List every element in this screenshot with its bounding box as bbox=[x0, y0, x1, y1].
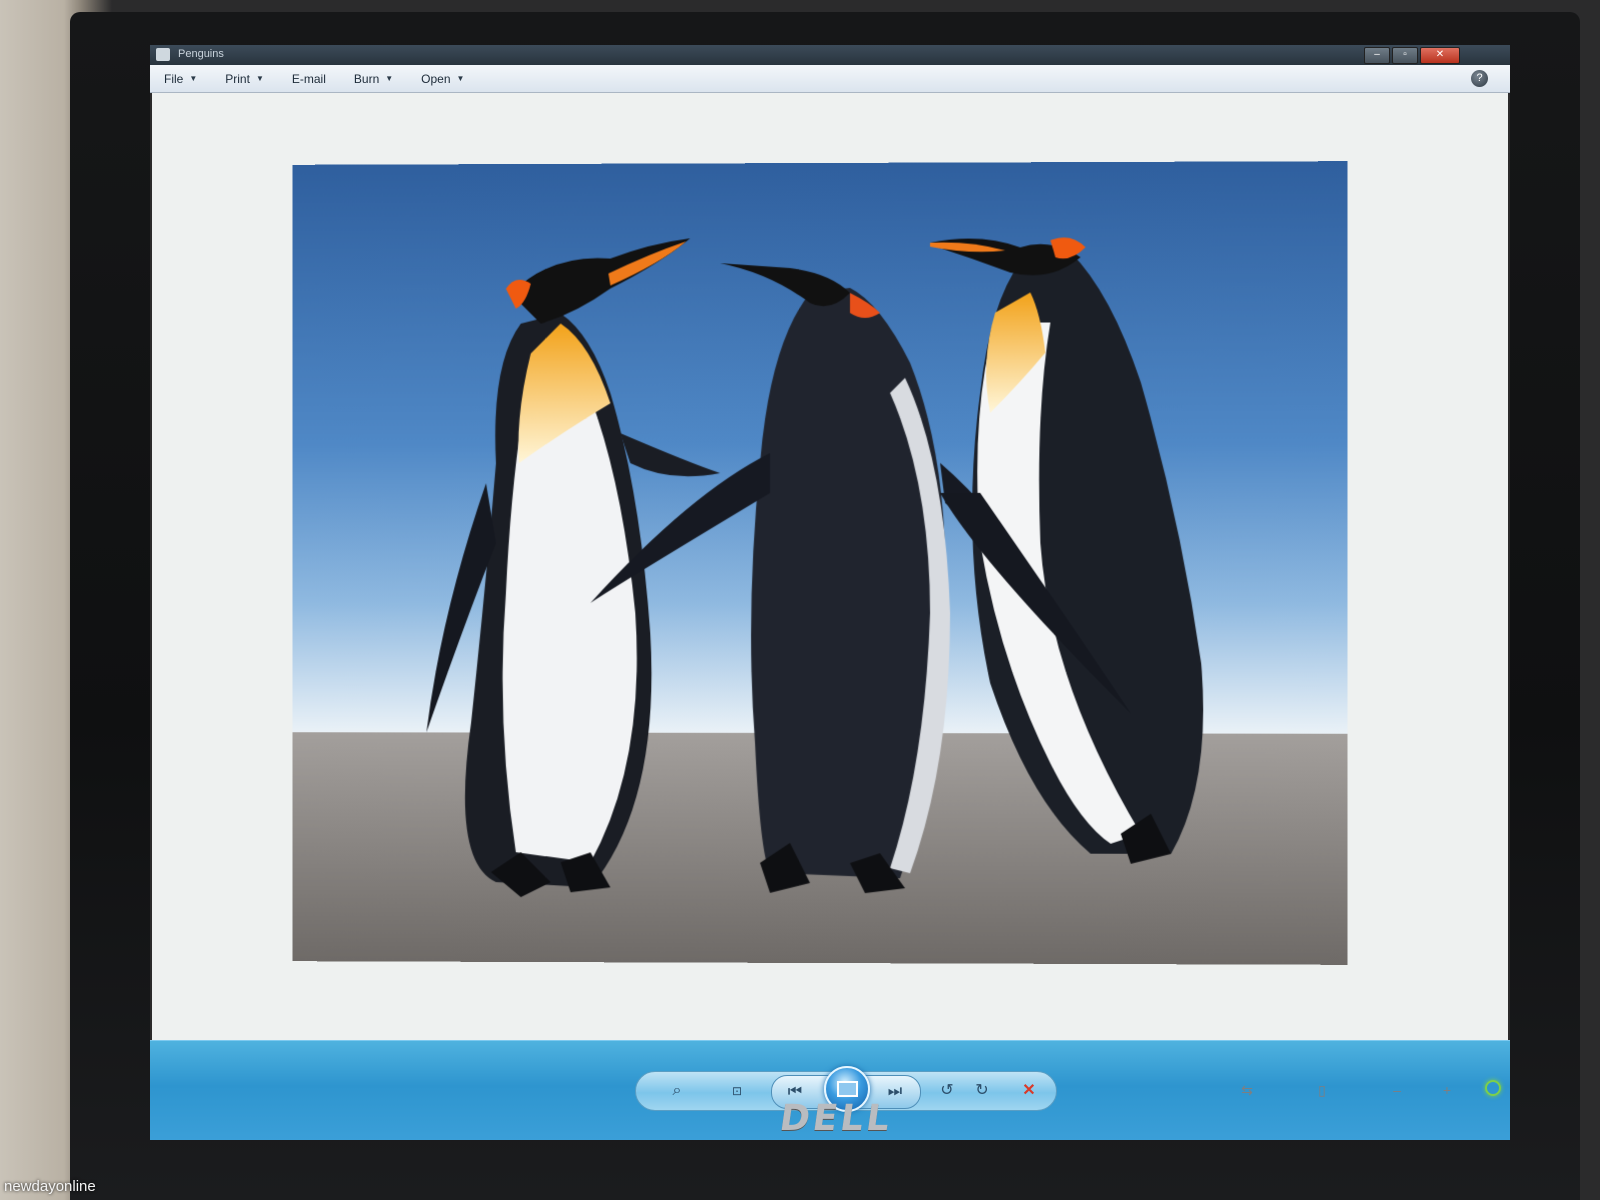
dell-logo: DELL bbox=[777, 1098, 895, 1139]
chevron-down-icon: ▼ bbox=[189, 74, 197, 83]
input-source-icon[interactable]: ⇆ bbox=[1240, 1083, 1254, 1097]
menu-file-label: File bbox=[164, 72, 183, 86]
menu-print[interactable]: Print ▼ bbox=[211, 72, 278, 86]
rotate-ccw-icon[interactable]: ↺ bbox=[936, 1080, 958, 1102]
power-icon[interactable] bbox=[1485, 1080, 1501, 1096]
screen: Penguins – ▫ ✕ File ▼ Print ▼ E-mail Bur… bbox=[150, 45, 1510, 1140]
fit-icon[interactable]: ⊡ bbox=[726, 1080, 748, 1102]
chevron-down-icon: ▼ bbox=[385, 74, 393, 83]
menu-email-label: E-mail bbox=[292, 72, 326, 86]
slideshow-icon bbox=[837, 1081, 858, 1097]
rotate-cw-icon[interactable]: ↻ bbox=[971, 1080, 993, 1102]
menu-burn-label: Burn bbox=[354, 72, 379, 86]
delete-icon[interactable]: ✕ bbox=[1018, 1080, 1040, 1102]
close-button[interactable]: ✕ bbox=[1420, 47, 1460, 64]
menu-print-label: Print bbox=[225, 72, 250, 86]
menu-email[interactable]: E-mail bbox=[278, 72, 340, 86]
menu-bar: File ▼ Print ▼ E-mail Burn ▼ Open ▼ bbox=[150, 65, 1510, 93]
photo-viewer-app-icon bbox=[156, 48, 170, 61]
window-title: Penguins bbox=[178, 48, 224, 60]
menu-file[interactable]: File ▼ bbox=[150, 72, 211, 86]
watermark: newdayonline bbox=[4, 1178, 96, 1195]
title-bar: Penguins – ▫ ✕ bbox=[150, 45, 1510, 65]
menu-icon[interactable]: ▯ bbox=[1315, 1083, 1329, 1097]
window-controls: – ▫ ✕ bbox=[1364, 47, 1460, 64]
chevron-down-icon: ▼ bbox=[457, 74, 465, 83]
minus-icon[interactable]: – bbox=[1390, 1083, 1404, 1097]
magnifier-icon[interactable]: ⌕ bbox=[666, 1080, 688, 1102]
minimize-button[interactable]: – bbox=[1364, 47, 1390, 64]
menu-burn[interactable]: Burn ▼ bbox=[340, 72, 407, 86]
penguins-photo bbox=[293, 161, 1348, 965]
chevron-down-icon: ▼ bbox=[256, 74, 264, 83]
menu-open-label: Open bbox=[421, 72, 450, 86]
menu-open[interactable]: Open ▼ bbox=[407, 72, 478, 86]
maximize-button[interactable]: ▫ bbox=[1392, 47, 1418, 64]
photo[interactable] bbox=[293, 161, 1348, 965]
help-icon[interactable]: ? bbox=[1471, 70, 1488, 87]
plus-icon[interactable]: + bbox=[1440, 1083, 1454, 1097]
